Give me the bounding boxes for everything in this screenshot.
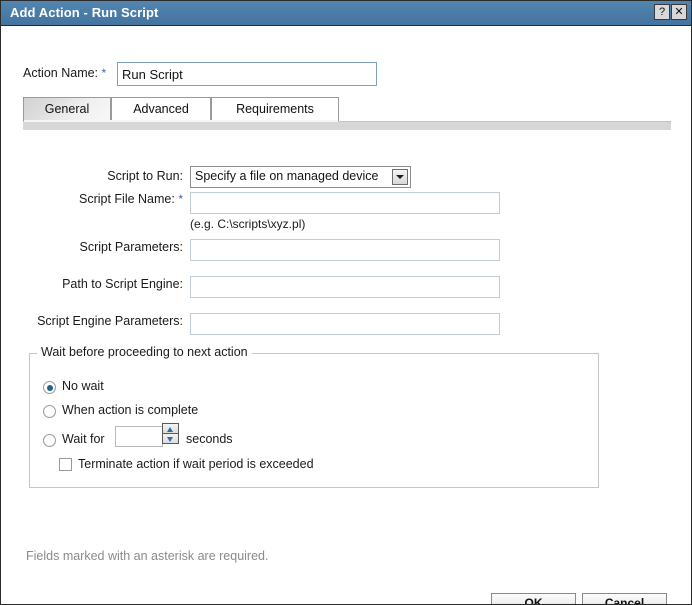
script-engine-parameters-label: Script Engine Parameters: bbox=[37, 314, 183, 328]
wait-seconds-input[interactable] bbox=[115, 426, 163, 447]
required-asterisk: * bbox=[178, 192, 183, 206]
radio-wait-for[interactable] bbox=[43, 434, 56, 447]
stepper-down-icon[interactable] bbox=[162, 433, 179, 444]
script-to-run-selected-value: Specify a file on managed device bbox=[195, 169, 379, 183]
ok-button[interactable]: OK bbox=[491, 593, 576, 604]
radio-when-action-is-complete-label[interactable]: When action is complete bbox=[62, 403, 198, 417]
script-file-name-input[interactable] bbox=[190, 192, 500, 214]
radio-no-wait-label[interactable]: No wait bbox=[62, 379, 104, 393]
action-name-row: Action Name: * bbox=[1, 62, 691, 86]
tab-general[interactable]: General bbox=[23, 97, 111, 121]
chevron-down-icon[interactable] bbox=[392, 169, 408, 185]
wait-group-legend: Wait before proceeding to next action bbox=[37, 345, 252, 359]
script-file-name-label: Script File Name: * bbox=[1, 192, 183, 206]
window-title: Add Action - Run Script bbox=[10, 5, 159, 20]
script-file-name-label-text: Script File Name: bbox=[78, 192, 175, 206]
path-to-script-engine-label: Path to Script Engine: bbox=[62, 277, 183, 291]
radio-no-wait[interactable] bbox=[43, 381, 56, 394]
script-parameters-label: Script Parameters: bbox=[79, 240, 183, 254]
script-parameters-input[interactable] bbox=[190, 239, 500, 261]
script-engine-parameters-input[interactable] bbox=[190, 313, 500, 335]
radio-wait-for-label[interactable]: Wait for bbox=[62, 432, 105, 446]
required-asterisk: * bbox=[101, 66, 107, 80]
wait-seconds-stepper[interactable] bbox=[162, 423, 179, 445]
tab-strip: General Advanced Requirements bbox=[1, 97, 691, 121]
tab-underline-bar bbox=[23, 121, 671, 130]
dialog-body: Action Name: * General Advanced Requirem… bbox=[1, 27, 691, 604]
tab-requirements[interactable]: Requirements bbox=[211, 97, 339, 121]
path-to-script-engine-input[interactable] bbox=[190, 276, 500, 298]
seconds-label: seconds bbox=[186, 432, 233, 446]
action-name-label-text: Action Name: bbox=[23, 66, 99, 80]
script-to-run-select[interactable]: Specify a file on managed device bbox=[190, 166, 411, 188]
radio-when-action-is-complete[interactable] bbox=[43, 405, 56, 418]
script-file-name-hint: (e.g. C:\scripts\xyz.pl) bbox=[190, 217, 306, 231]
required-fields-note: Fields marked with an asterisk are requi… bbox=[26, 549, 269, 563]
title-bar: Add Action - Run Script ? ✕ bbox=[1, 1, 691, 26]
terminate-action-checkbox-label[interactable]: Terminate action if wait period is excee… bbox=[78, 457, 314, 471]
action-name-label: Action Name: * bbox=[23, 66, 106, 80]
tab-advanced[interactable]: Advanced bbox=[111, 97, 211, 121]
title-bar-buttons: ? ✕ bbox=[654, 4, 687, 20]
action-name-input[interactable] bbox=[117, 62, 377, 86]
tab-active-connector bbox=[24, 120, 338, 122]
help-icon[interactable]: ? bbox=[654, 4, 670, 20]
add-action-dialog: Add Action - Run Script ? ✕ Action Name:… bbox=[0, 0, 692, 605]
terminate-action-checkbox[interactable] bbox=[59, 458, 72, 471]
close-icon[interactable]: ✕ bbox=[671, 4, 687, 20]
cancel-button[interactable]: Cancel bbox=[582, 593, 667, 604]
script-to-run-label: Script to Run: bbox=[107, 169, 183, 183]
